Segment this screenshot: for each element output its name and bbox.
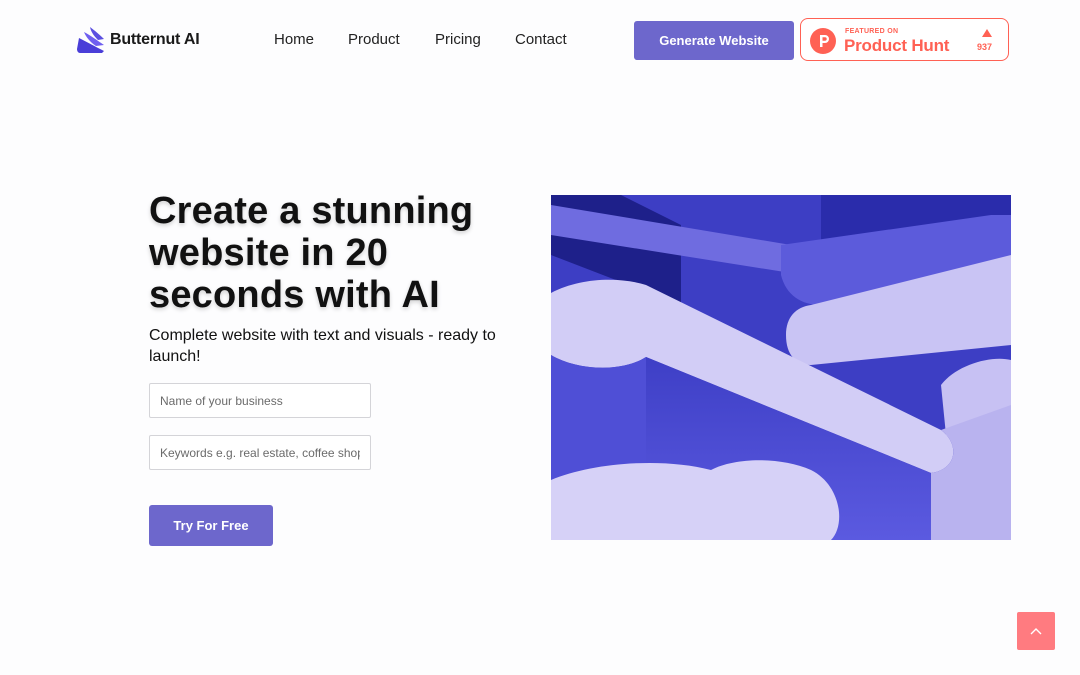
product-hunt-featured-label: FEATURED ON bbox=[845, 28, 899, 35]
try-for-free-button[interactable]: Try For Free bbox=[149, 505, 273, 546]
hero-illustration bbox=[551, 195, 1011, 540]
keywords-input[interactable] bbox=[149, 435, 371, 470]
top-navbar: Butternut AI Home Product Pricing Contac… bbox=[0, 0, 1080, 80]
chevron-up-icon bbox=[1030, 628, 1042, 635]
product-hunt-badge[interactable]: FEATURED ON Product Hunt 937 bbox=[800, 18, 1009, 61]
upvote-arrow-icon bbox=[982, 29, 992, 37]
nav-link-home[interactable]: Home bbox=[274, 31, 314, 48]
product-hunt-name: Product Hunt bbox=[844, 36, 950, 55]
nav-link-contact[interactable]: Contact bbox=[515, 31, 567, 48]
product-hunt-logo-icon bbox=[810, 28, 836, 54]
stacked-wave-logo-icon bbox=[77, 27, 104, 53]
nav-link-pricing[interactable]: Pricing bbox=[435, 31, 481, 48]
nav-link-product[interactable]: Product bbox=[348, 31, 400, 48]
brand-logo[interactable]: Butternut AI bbox=[76, 26, 200, 54]
scroll-to-top-button[interactable] bbox=[1017, 612, 1055, 650]
hero-title: Create a stunning website in 20 seconds … bbox=[149, 190, 474, 316]
product-hunt-vote-count: 937 bbox=[977, 42, 993, 52]
brand-name: Butternut AI bbox=[110, 31, 200, 48]
business-name-input[interactable] bbox=[149, 383, 371, 418]
generate-website-button[interactable]: Generate Website bbox=[634, 21, 794, 60]
hero-subtitle: Complete website with text and visuals -… bbox=[149, 327, 496, 365]
